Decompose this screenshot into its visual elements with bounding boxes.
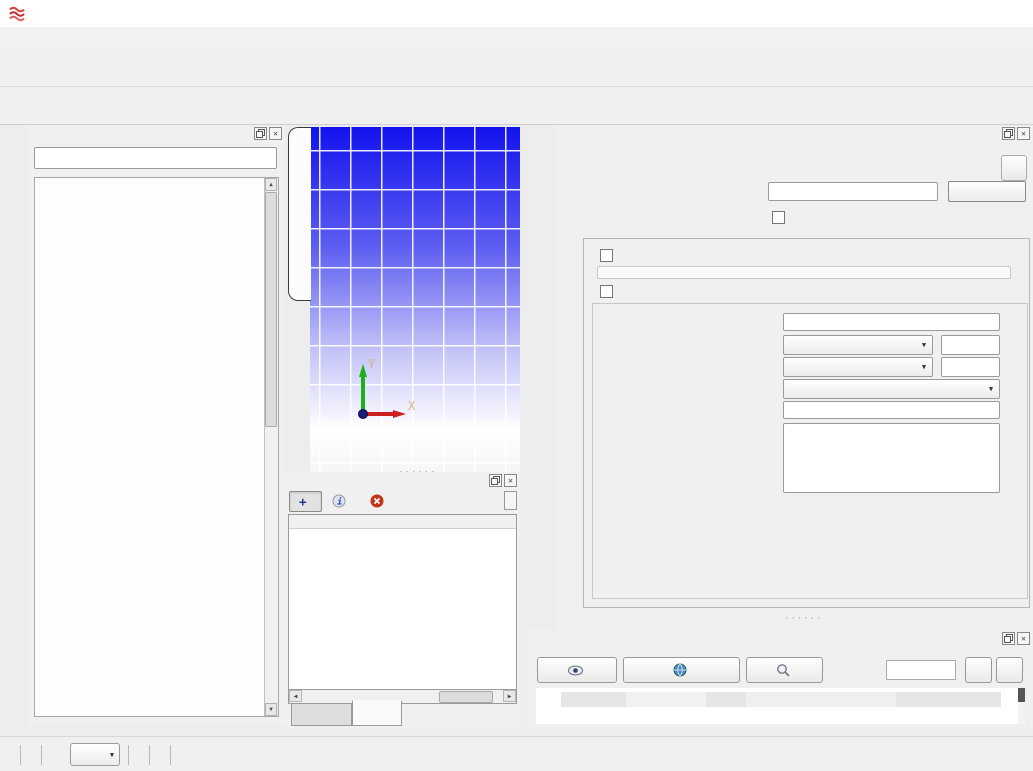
search-button[interactable] [746, 657, 823, 683]
error-icon [370, 494, 384, 508]
title-input[interactable] [783, 313, 1000, 331]
float-panel-icon[interactable] [489, 474, 502, 487]
help-panel: ✕ [528, 630, 1033, 728]
axis-x-label: X [408, 399, 416, 413]
info-icon: i [332, 494, 346, 508]
element-tree: ▲ ▼ [34, 177, 279, 717]
plus-icon: + [299, 494, 307, 509]
context-help-button[interactable] [1001, 155, 1027, 181]
tab-flow-thermal-network[interactable] [288, 127, 311, 301]
app-window: ✕ ▲ ▼ Y X ······ ✕ [0, 0, 1033, 771]
close-panel-icon[interactable]: ✕ [1017, 127, 1030, 140]
current-cavity-checkbox[interactable] [600, 285, 613, 298]
toolbar-file-view [0, 49, 1033, 87]
max-windage-input[interactable] [783, 401, 1000, 419]
panel-resize-handle[interactable]: ······ [784, 614, 823, 624]
svg-text:i: i [337, 497, 342, 508]
menu-bar [0, 27, 1033, 50]
toolbar-modeling-solver [0, 87, 1033, 125]
float-panel-icon[interactable] [254, 127, 267, 140]
hscrollbar-thumb[interactable] [439, 691, 493, 703]
tab-info[interactable] [352, 700, 402, 726]
chevron-down-icon: ▼ [916, 341, 932, 349]
cavity-temperature-input[interactable] [941, 357, 1000, 377]
right-dock-tabs [528, 125, 556, 630]
find-next-button[interactable] [996, 657, 1023, 683]
windage-method-select[interactable]: ▼ [783, 379, 1000, 399]
find-input[interactable] [886, 660, 956, 680]
float-panel-icon[interactable] [1002, 127, 1015, 140]
select-ch-id-button[interactable] [948, 181, 1026, 202]
cavity-temperature-select[interactable]: ▼ [783, 357, 933, 377]
tree-scrollbar[interactable]: ▲ ▼ [264, 178, 278, 716]
scroll-right-icon[interactable]: ▶ [503, 690, 516, 702]
close-panel-icon[interactable]: ✕ [504, 474, 517, 487]
title-bar [0, 0, 1033, 27]
close-panel-icon[interactable]: ✕ [1017, 632, 1030, 645]
cavity-pressure-input[interactable] [941, 335, 1000, 355]
global-cavity-input[interactable] [597, 266, 1011, 279]
screen-unit-select[interactable]: ▼ [70, 743, 120, 766]
tab-output[interactable] [291, 703, 352, 726]
axis-y-label: Y [368, 357, 376, 371]
scroll-left-icon[interactable]: ◀ [289, 690, 302, 702]
cavity-property-editor-panel: ✕ ▼ ▼ ▼ [556, 125, 1033, 630]
more-filters-button[interactable] [504, 491, 517, 510]
element-search-input[interactable] [34, 147, 277, 169]
filter-all-button[interactable]: + [289, 491, 322, 512]
filter-errors-button[interactable] [370, 492, 388, 511]
status-bar: ▼ [0, 736, 1033, 771]
message-table-header [289, 515, 516, 529]
reload-button[interactable] [537, 657, 617, 683]
message-table-hscrollbar[interactable]: ◀ ▶ [288, 690, 517, 704]
find-previous-button[interactable] [965, 657, 992, 683]
message-table[interactable] [288, 514, 517, 690]
close-panel-icon[interactable]: ✕ [269, 127, 282, 140]
chevron-down-icon: ▼ [983, 385, 999, 393]
chamber-id-input[interactable] [768, 182, 938, 201]
left-dock-tabs [0, 125, 28, 730]
app-logo-icon [8, 6, 26, 22]
scroll-down-icon[interactable]: ▼ [265, 703, 277, 716]
chevron-down-icon: ▼ [916, 363, 932, 371]
info-panel: ✕ + i ◀ ▶ [285, 472, 520, 728]
comment-textarea[interactable] [783, 423, 1000, 493]
maximize-button[interactable] [941, 0, 987, 27]
axis-triad: Y X [338, 352, 422, 428]
scroll-up-icon[interactable]: ▲ [265, 178, 277, 191]
filter-info-button[interactable]: i [332, 492, 350, 511]
chevron-down-icon: ▼ [105, 751, 119, 759]
element-library-panel: ✕ ▲ ▼ [28, 125, 285, 725]
globe-icon [673, 663, 687, 677]
close-button[interactable] [987, 0, 1033, 27]
global-cavity-checkbox[interactable] [600, 249, 613, 262]
eye-icon [568, 665, 583, 676]
help-scrollbar[interactable] [1018, 688, 1025, 724]
minimize-button[interactable] [895, 0, 941, 27]
help-content[interactable] [536, 688, 1025, 724]
scrollbar-thumb[interactable] [265, 192, 277, 427]
help-scrollbar-thumb[interactable] [1018, 688, 1025, 702]
open-in-browser-button[interactable] [623, 657, 740, 683]
cavity-pressure-select[interactable]: ▼ [783, 335, 933, 355]
float-panel-icon[interactable] [1002, 632, 1015, 645]
active-checkbox[interactable] [772, 211, 785, 224]
search-icon [776, 663, 790, 677]
